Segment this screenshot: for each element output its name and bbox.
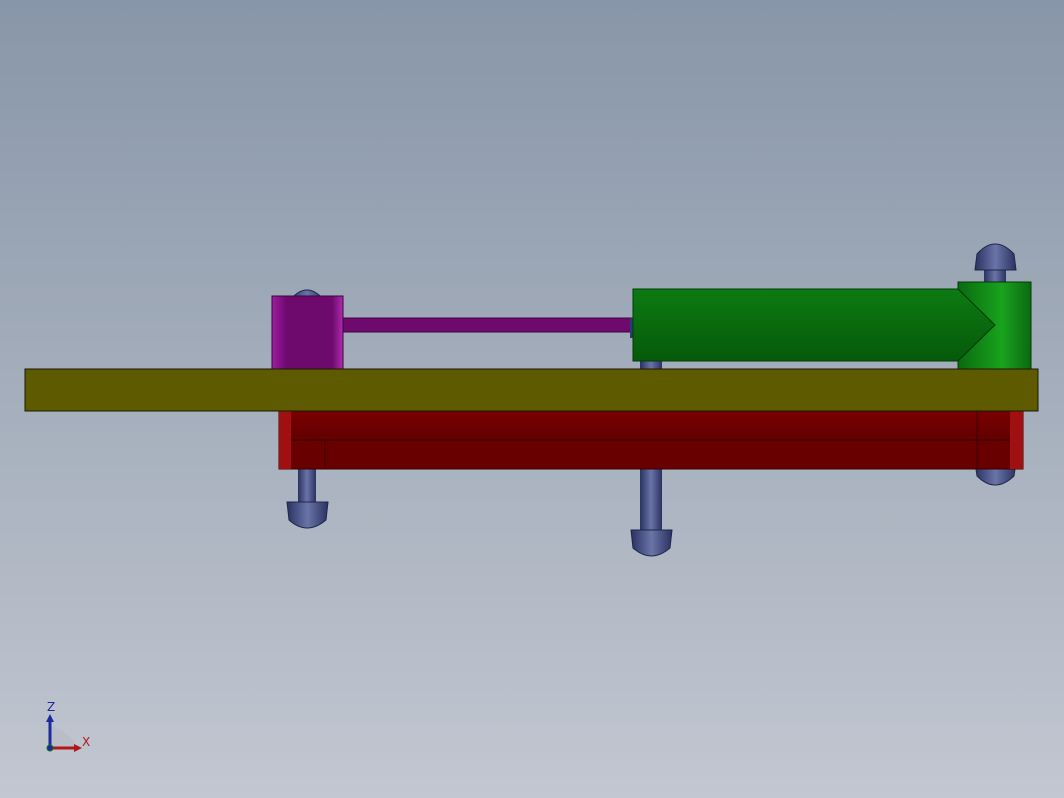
- cad-viewport[interactable]: Z X: [0, 0, 1064, 798]
- green-cylinder: [630, 281, 1032, 370]
- assembly-model[interactable]: [0, 0, 1064, 798]
- magenta-block: [271, 295, 344, 370]
- base-plate: [24, 368, 1039, 412]
- triad-origin: [46, 744, 54, 752]
- z-axis-label: Z: [47, 700, 55, 714]
- magenta-rod: [341, 317, 637, 333]
- triad-plane: [50, 726, 78, 748]
- orientation-triad: Z X: [38, 696, 108, 760]
- x-axis-label: X: [82, 735, 90, 749]
- red-frame: [278, 409, 1024, 470]
